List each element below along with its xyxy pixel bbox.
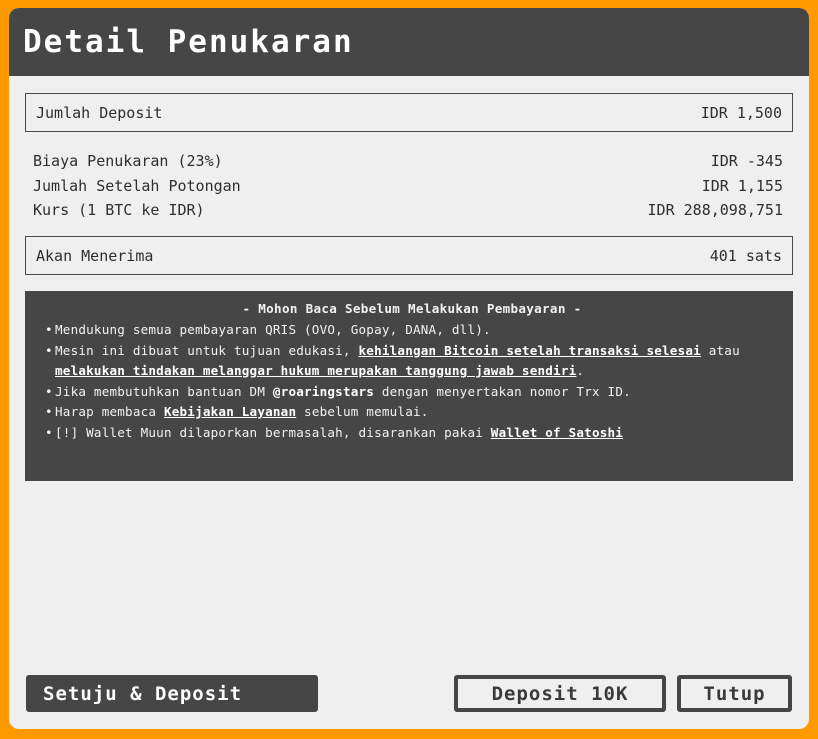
receive-amount-value: 401 sats: [709, 246, 782, 265]
notice-item-qris: Mendukung semua pembayaran QRIS (OVO, Go…: [45, 320, 779, 341]
deposit-amount-value: IDR 1,500: [700, 103, 782, 122]
notice-item-support: Jika membutuhkan bantuan DM @roaringstar…: [45, 382, 779, 403]
agree-deposit-button[interactable]: Setuju & Deposit: [26, 675, 318, 712]
exchange-rate-value: IDR 288,098,751: [647, 201, 783, 220]
notice-item-policy: Harap membaca Kebijakan Layanan sebelum …: [45, 402, 779, 423]
notice-item-text: Mendukung semua pembayaran QRIS (OVO, Go…: [55, 322, 491, 337]
bitcoin-loss-link[interactable]: kehilangan Bitcoin setelah transaksi sel…: [359, 343, 701, 358]
fee-row: Biaya Penukaran (23%) IDR -345: [33, 149, 783, 174]
notice-title: - Mohon Baca Sebelum Melakukan Pembayara…: [242, 301, 582, 316]
notice-item-education: Mesin ini dibuat untuk tujuan edukasi, k…: [45, 341, 779, 382]
close-button[interactable]: Tutup: [677, 675, 792, 712]
notice-item-text: atau: [700, 342, 740, 358]
after-fee-value: IDR 1,155: [701, 176, 783, 195]
notice-item-text: [!] Wallet Muun dilaporkan bermasalah, d…: [55, 424, 491, 440]
deposit-10k-button[interactable]: Deposit 10K: [454, 675, 666, 712]
exchange-rate-row: Kurs (1 BTC ke IDR) IDR 288,098,751: [33, 198, 783, 223]
after-fee-row: Jumlah Setelah Potongan IDR 1,155: [33, 174, 783, 199]
after-fee-label: Jumlah Setelah Potongan: [33, 176, 241, 195]
fee-value: IDR -345: [710, 152, 783, 171]
notice-item-wallet-warning: [!] Wallet Muun dilaporkan bermasalah, d…: [45, 423, 779, 444]
receive-amount-row: Akan Menerima 401 sats: [25, 236, 793, 275]
notice-list: Mendukung semua pembayaran QRIS (OVO, Go…: [45, 320, 779, 443]
deposit-amount-label: Jumlah Deposit: [36, 103, 163, 122]
service-policy-link[interactable]: Kebijakan Layanan: [164, 404, 296, 419]
fee-label: Biaya Penukaran (23%): [33, 152, 223, 171]
notice-box: - Mohon Baca Sebelum Melakukan Pembayara…: [25, 291, 793, 481]
dialog-header: Detail Penukaran: [9, 8, 809, 76]
notice-item-text: .: [576, 363, 585, 378]
notice-item-text: Mesin ini dibuat untuk tujuan edukasi,: [55, 342, 359, 358]
notice-item-text: sebelum memulai.: [296, 404, 429, 419]
legal-responsibility-link[interactable]: melakukan tindakan melanggar hukum merup…: [55, 363, 576, 378]
exchange-rate-label: Kurs (1 BTC ke IDR): [33, 201, 205, 220]
notice-item-text: Harap membaca: [55, 404, 164, 419]
receive-amount-label: Akan Menerima: [36, 246, 154, 265]
exchange-detail-dialog: Detail Penukaran Jumlah Deposit IDR 1,50…: [9, 8, 809, 729]
deposit-amount-row: Jumlah Deposit IDR 1,500: [25, 93, 793, 132]
dialog-title: Detail Penukaran: [23, 24, 354, 60]
notice-item-text: dengan menyertakan nomor Trx ID.: [374, 383, 631, 399]
wallet-of-satoshi-link[interactable]: Wallet of Satoshi: [491, 425, 623, 440]
fee-breakdown: Biaya Penukaran (23%) IDR -345 Jumlah Se…: [33, 149, 783, 223]
notice-item-text: Jika membutuhkan bantuan DM: [55, 383, 273, 399]
support-handle: @roaringstars: [272, 383, 375, 399]
